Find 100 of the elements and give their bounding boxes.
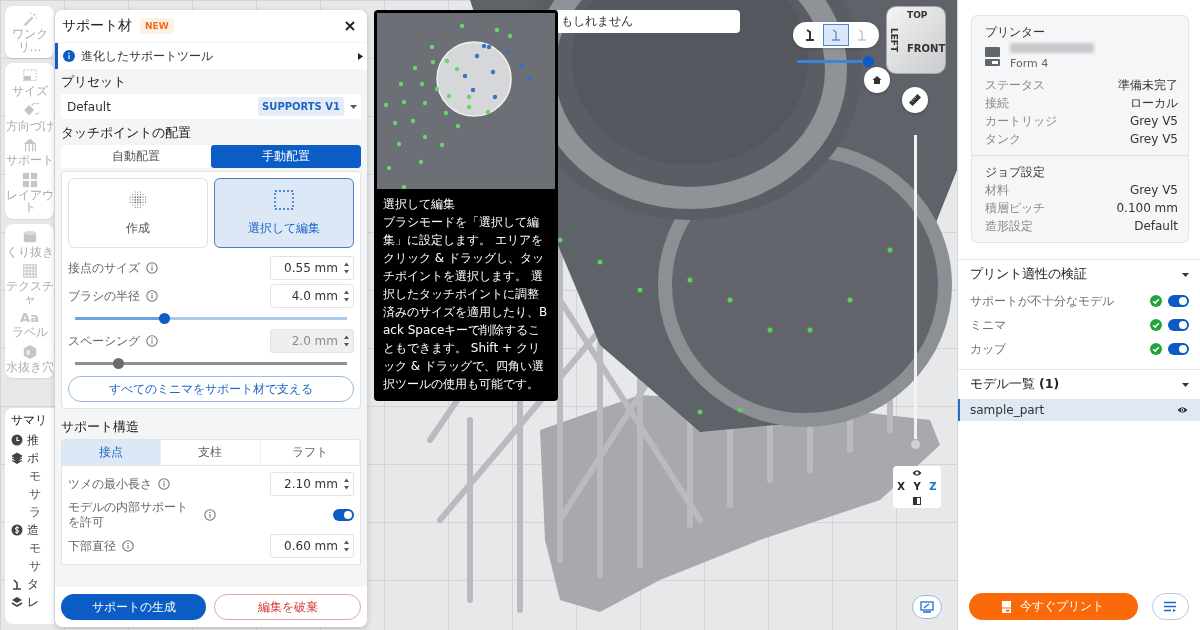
- summary-subitem: モ: [28, 540, 42, 556]
- field-label: ブラシの半径: [68, 288, 140, 304]
- slider-thumb[interactable]: [863, 56, 874, 67]
- tab[interactable]: ラフト: [260, 440, 360, 465]
- notice-text: もしれません: [557, 10, 740, 33]
- close-icon: [345, 21, 355, 31]
- slider-thumb[interactable]: [159, 313, 171, 324]
- property-value: Grey V5: [1129, 182, 1178, 199]
- pen-board-icon: [920, 601, 934, 613]
- summary-subitem: サ: [28, 558, 42, 574]
- property-label: 造形設定: [985, 218, 1033, 235]
- info-icon: [146, 262, 158, 274]
- axis-button[interactable]: Z: [925, 479, 941, 494]
- spinner-arrows-icon: [343, 289, 350, 303]
- segment-tab[interactable]: 自動配置: [61, 145, 211, 168]
- section-heading: モデル一覧 (1): [970, 376, 1060, 393]
- property-label: 材料: [985, 182, 1009, 199]
- section-label: サポート構造: [61, 418, 140, 436]
- section-label: プリセット: [61, 73, 127, 91]
- size-tool-icon: [20, 68, 39, 84]
- texture-tool-icon: [20, 263, 39, 279]
- info-icon: [146, 335, 158, 347]
- printer-model: Form 4: [1010, 57, 1050, 70]
- summary-subitem: モ: [28, 468, 42, 484]
- property-value: Grey V5: [1129, 113, 1178, 130]
- mode-card[interactable]: 選択して編集: [214, 178, 354, 248]
- mode-card[interactable]: 作成: [68, 178, 208, 248]
- spinner-arrows-icon: [343, 477, 350, 491]
- ruler-icon: [909, 94, 921, 106]
- dashed-square-icon: [274, 189, 294, 210]
- model-name: sample_part: [970, 403, 1045, 417]
- field-label: 下部直径: [68, 538, 116, 554]
- view-cube[interactable]: TOP LEFT FRONT: [886, 6, 946, 74]
- cubes-icon: [11, 452, 23, 464]
- toggle-switch[interactable]: [1168, 319, 1189, 331]
- field-label: 接点のサイズ: [68, 260, 140, 276]
- support-tip-icon: [803, 27, 817, 43]
- expand-arrow-icon: [358, 52, 363, 60]
- property-label: 接続: [985, 95, 1009, 112]
- summary-item: レ: [27, 594, 39, 610]
- number-field[interactable]: 0.60 mm: [270, 534, 354, 558]
- section-heading: プリント適性の検証: [970, 266, 1087, 283]
- number-field[interactable]: 0.55 mm: [270, 256, 354, 280]
- tab[interactable]: 支柱: [161, 440, 261, 465]
- info-banner[interactable]: 進化したサポートツール: [55, 43, 367, 69]
- property-value: 0.100 mm: [1116, 200, 1178, 217]
- tab[interactable]: 接点: [62, 440, 162, 465]
- property-label: カートリッジ: [985, 113, 1057, 130]
- home-icon: [872, 75, 882, 85]
- list-icon: [1163, 601, 1178, 612]
- info-icon: [158, 478, 170, 490]
- text-style-icon: Aa: [20, 310, 39, 325]
- field-label: モデルの内部サポートを許可: [68, 500, 189, 530]
- printer-icon: [985, 47, 1000, 66]
- version-tag: SUPPORTS V1: [258, 97, 344, 116]
- summary-item: 推: [27, 432, 39, 448]
- info-icon: [122, 540, 134, 552]
- support-tip-icon: [829, 27, 843, 43]
- info-icon: [146, 290, 158, 302]
- axis-button[interactable]: X: [893, 479, 909, 494]
- layout-tool-icon: [20, 171, 39, 188]
- panel-title: サポート材: [62, 17, 132, 35]
- spinner-arrows-icon: [343, 539, 350, 553]
- tooltip-title: 選択して編集: [382, 196, 456, 213]
- check-label: サポートが不十分なモデル: [970, 292, 1114, 310]
- split-view-icon: [913, 496, 921, 505]
- summary-item: タ: [27, 576, 39, 592]
- new-badge: NEW: [140, 18, 174, 34]
- tooltip-text: ブラシモードを「選択して編集」に設定します。 エリアをクリック & ドラッグし、タッチポイントを選択します。 選択したタッチポイントに調整済みのサイズを適用したり、Back Spaceキーで削除することもできます。 Shift + クリック & ドラッグで、四角い選択ツールの使用も可能です。: [382, 214, 549, 393]
- dollar-icon: [11, 524, 23, 536]
- toggle-switch[interactable]: [333, 509, 354, 521]
- spinner-arrows-icon: [343, 261, 350, 275]
- toggle-switch[interactable]: [1168, 295, 1189, 307]
- generate-button[interactable]: サポートの生成: [61, 594, 206, 620]
- check-label: カップ: [970, 340, 1006, 358]
- layers-icon: [11, 596, 23, 608]
- segment-tab[interactable]: 手動配置: [211, 145, 361, 168]
- touch-icon: [11, 578, 23, 590]
- property-value: Default: [1134, 218, 1178, 235]
- preset-dropdown[interactable]: Default SUPPORTS V1: [61, 94, 361, 119]
- caret-icon: [350, 104, 357, 109]
- summary-subitem: サ: [28, 486, 42, 502]
- number-field[interactable]: 2.10 mm: [270, 472, 354, 496]
- property-value: 準備未完了: [1118, 77, 1178, 94]
- field-label: スペーシング: [68, 333, 140, 349]
- summary-title: サマリ: [11, 412, 48, 428]
- card-heading: ジョブ設定: [985, 164, 1046, 181]
- toggle-switch[interactable]: [1168, 343, 1189, 355]
- model-list-item[interactable]: sample_part: [958, 399, 1200, 421]
- axis-button[interactable]: Y: [909, 479, 925, 494]
- annotation-button[interactable]: [912, 595, 942, 619]
- section-label: タッチポイントの配置: [61, 124, 192, 142]
- clock-icon: [11, 434, 23, 446]
- close-button[interactable]: [343, 19, 357, 33]
- summary-item: 造: [27, 522, 39, 538]
- number-field[interactable]: 4.0 mm: [270, 284, 354, 308]
- summary-item: ポ: [27, 450, 39, 466]
- property-label: タンク: [985, 131, 1021, 148]
- summary-subitem: ラ: [28, 504, 42, 520]
- slider-thumb[interactable]: [910, 439, 921, 450]
